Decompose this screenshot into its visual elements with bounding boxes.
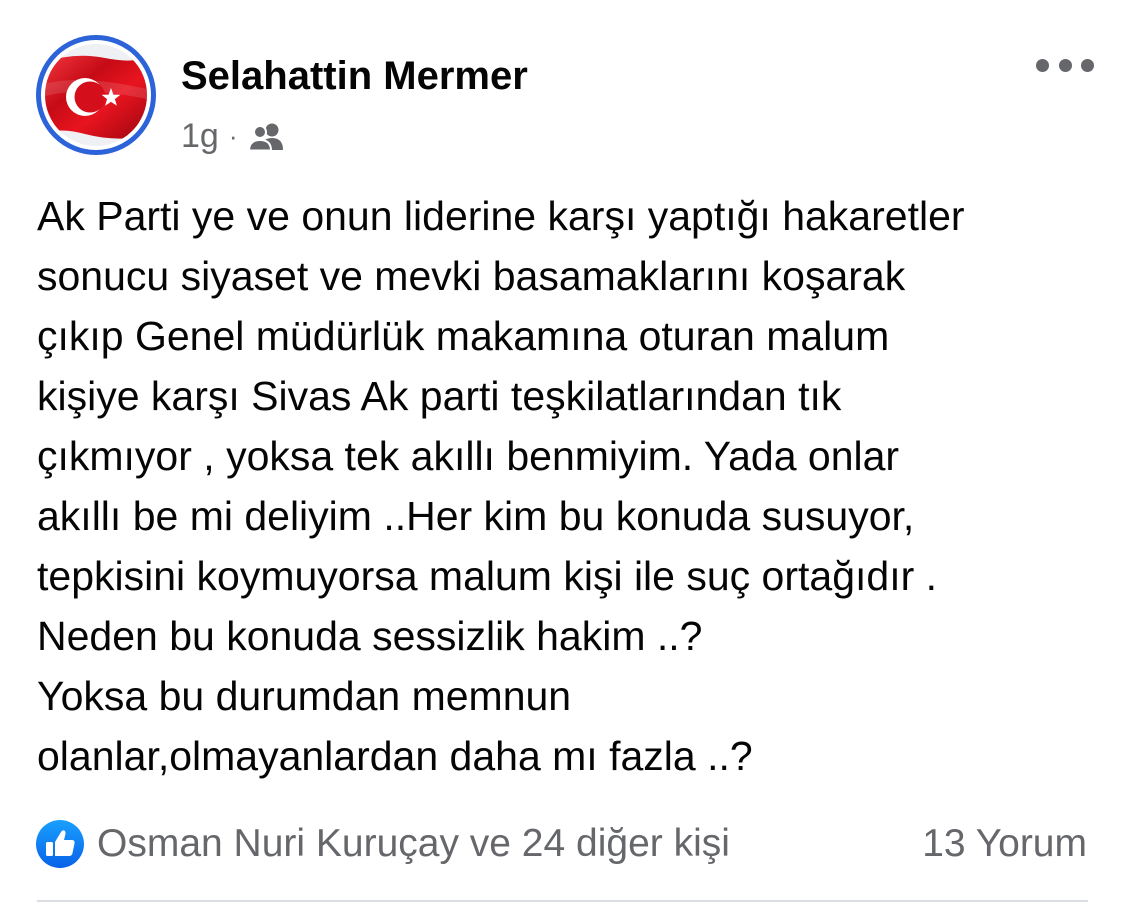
comment-count[interactable]: 13 Yorum [922,818,1087,870]
like-icon [36,820,84,868]
reaction-text: Osman Nuri Kuruçay ve 24 diğer kişi [97,822,730,865]
post-timestamp[interactable]: 1g [181,117,219,156]
turkish-flag-avatar-icon [45,44,147,146]
more-dot [1036,58,1049,72]
reactions-summary[interactable]: Osman Nuri Kuruçay ve 24 diğer kişi [35,818,730,870]
post-meta: 1g · [181,114,286,158]
author-name[interactable]: Selahattin Mermer [181,52,528,100]
more-dot [1081,58,1094,72]
friends-icon[interactable] [247,121,286,152]
meta-separator: · [228,120,238,151]
post-text: Ak Parti ye ve onun liderine karşı yaptı… [37,193,965,779]
avatar[interactable] [36,35,156,155]
post-card: Selahattin Mermer 1g · Ak Parti ye ve on… [0,0,1125,905]
more-options-icon[interactable] [1036,50,1094,80]
more-dot [1058,58,1072,72]
divider [37,900,1088,902]
